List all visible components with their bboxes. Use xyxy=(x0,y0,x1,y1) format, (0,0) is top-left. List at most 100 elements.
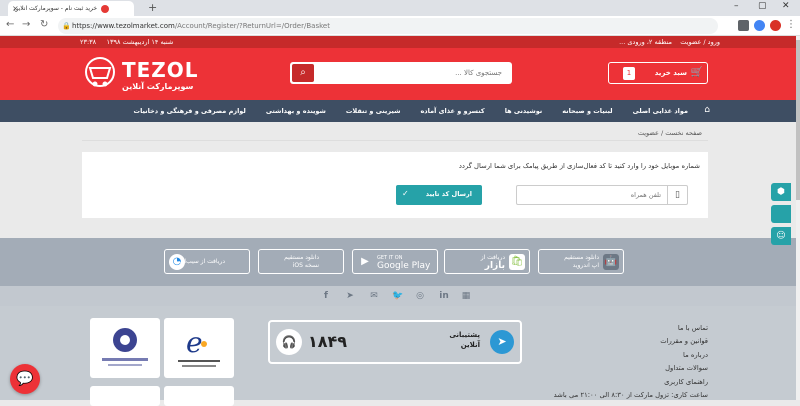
reload-icon[interactable]: ↻ xyxy=(40,19,48,30)
url-host: https://www.tezolmarket.com xyxy=(72,22,175,30)
google-play-text: GET IT ON Google Play xyxy=(377,254,430,271)
cart-logo-icon xyxy=(85,57,115,87)
nav-item[interactable]: مواد غذایی اصلی xyxy=(633,107,688,115)
side-support-button[interactable]: ☺ xyxy=(771,227,791,245)
linkedin-icon[interactable]: in xyxy=(438,290,450,302)
sibapp-button[interactable]: ◔ دریافت از سیب‌اپ xyxy=(164,249,250,274)
scrollbar-thumb[interactable] xyxy=(796,40,800,200)
union-seal-icon xyxy=(102,328,148,366)
footer-link[interactable]: تماس با ما xyxy=(554,322,708,335)
ios-line1: دانلود مستقیم xyxy=(284,254,319,261)
footer-link[interactable]: سوالات متداول xyxy=(554,362,708,375)
date-text: شنبه ۱۴ اردیبهشت ۱۳۹۸ xyxy=(106,38,174,46)
telegram-icon[interactable]: ➤ xyxy=(344,290,356,302)
google-play-icon: ▶ xyxy=(361,256,369,267)
mobile-icon: ▯ xyxy=(667,186,687,204)
side-apple-button[interactable] xyxy=(771,205,791,223)
login-link[interactable]: ورود / عضویت xyxy=(680,38,720,46)
search-input[interactable] xyxy=(316,62,508,84)
time-text: ۲۳:۳۸ xyxy=(80,38,97,46)
breadcrumb-home[interactable]: صفحه نخست xyxy=(665,129,702,137)
back-icon[interactable]: ← xyxy=(6,19,14,30)
ios-text: دانلود مستقیم نسخه iOS xyxy=(284,254,319,270)
footer-link[interactable]: درباره ما xyxy=(554,349,708,362)
home-icon[interactable]: ⌂ xyxy=(704,105,710,115)
tab-title: خرید ثبت نام - سوپرمارکت آنلاین xyxy=(14,5,98,12)
ios-line2: نسخه iOS xyxy=(292,262,319,269)
nav-item[interactable]: لبنیات و صبحانه xyxy=(562,107,612,115)
app-download-section: 🤖 دانلود مستقیم اپ اندروید 🛍 دریافت از باز… xyxy=(0,238,800,286)
forward-icon[interactable]: → xyxy=(22,19,30,30)
android-app-button[interactable]: 🤖 دانلود مستقیم اپ اندروید xyxy=(538,249,624,274)
register-message: شماره موبایل خود را وارد کنید تا کد فعال… xyxy=(458,162,700,170)
send-code-button[interactable]: ✓ ارسال کد تایید xyxy=(396,185,482,205)
site-logo[interactable]: TEZOL سوپرمارکت آنلاین xyxy=(82,54,202,96)
footer-links: تماس با ما قوانین و مقررات درباره ما سوا… xyxy=(554,322,708,402)
online-support-box[interactable]: 🎧 ۱۸۴۹ پشتیبانی آنلاین ➤ xyxy=(268,320,522,364)
android-icon: 🤖 xyxy=(603,254,619,270)
phone-field: ▯ xyxy=(516,185,688,205)
nav-item[interactable]: کنسرو و غذای آماده xyxy=(420,107,484,115)
extension-icon[interactable] xyxy=(754,20,765,31)
nav-item[interactable]: شیرینی و تنقلات xyxy=(346,107,401,115)
profile-icon[interactable] xyxy=(770,20,781,31)
bazaar-line2: بازار xyxy=(484,261,505,271)
top-strip: ورود / عضویت منطقه ۲، ورودی ... ۲۳:۳۸ شن… xyxy=(0,36,800,48)
close-tab-icon[interactable]: × xyxy=(12,4,19,13)
twitter-icon[interactable]: 🐦 xyxy=(392,290,404,302)
union-seal-image[interactable] xyxy=(90,318,160,378)
url-path: /Account/Register/?ReturnUrl=/Order/Bask… xyxy=(174,22,330,30)
support-label: پشتیبانی آنلاین xyxy=(449,330,480,350)
instagram-icon[interactable]: ◎ xyxy=(414,290,426,302)
chat-widget-button[interactable]: 💬 xyxy=(10,364,40,394)
social-bar: f ➤ ✉ 🐦 ◎ in ▦ xyxy=(0,286,800,306)
search-box: ⌕ xyxy=(290,62,512,84)
phone-input[interactable] xyxy=(517,186,667,204)
close-window-icon[interactable]: ✕ xyxy=(782,1,790,11)
register-panel: شماره موبایل خود را وارد کنید تا کد فعال… xyxy=(82,152,708,218)
google-play-button[interactable]: ▶ GET IT ON Google Play xyxy=(352,249,438,274)
search-button[interactable]: ⌕ xyxy=(292,64,314,82)
enamad-seal-image[interactable]: e xyxy=(164,318,234,378)
gplay-line2: Google Play xyxy=(377,261,431,271)
browser-tab-bar: خرید ثبت نام - سوپرمارکت آنلاین × + – ▢ … xyxy=(0,0,800,16)
breadcrumb: صفحه نخست / عضویت xyxy=(82,127,708,141)
facebook-icon[interactable]: f xyxy=(320,290,332,302)
site-footer: e 🎧 ۱۸۴۹ پشتیبانی آنلاین ➤ تماس با ما قوا… xyxy=(0,306,800,406)
nav-item[interactable]: لوازم مصرفی و فرهنگی و دخانیات xyxy=(134,107,246,115)
menu-icon[interactable]: ⋮ xyxy=(786,19,796,30)
android-icon: ⬢ xyxy=(777,187,785,197)
nav-item[interactable]: شوینده و بهداشتی xyxy=(266,107,326,115)
browser-tab[interactable]: خرید ثبت نام - سوپرمارکت آنلاین × xyxy=(8,1,134,16)
bazaar-icon: 🛍 xyxy=(509,254,525,270)
cart-button[interactable]: 🛒 سبد خرید 1 xyxy=(608,62,708,84)
email-icon[interactable]: ✉ xyxy=(368,290,380,302)
nav-item[interactable]: نوشیدنی ها xyxy=(505,107,543,115)
page-scrollbar[interactable] xyxy=(796,36,800,400)
bazaar-text: دریافت از بازار xyxy=(481,254,505,271)
favicon-icon xyxy=(101,4,110,13)
chat-icon: 💬 xyxy=(16,371,34,387)
footer-link[interactable]: قوانین و مقررات xyxy=(554,335,708,348)
bazaar-button[interactable]: 🛍 دریافت از بازار xyxy=(444,249,530,274)
brand-name: TEZOL xyxy=(122,58,199,82)
minimize-icon[interactable]: – xyxy=(734,1,739,11)
url-field[interactable]: 🔒 https://www.tezolmarket.com/Account/Re… xyxy=(58,18,718,34)
side-android-button[interactable]: ⬢ xyxy=(771,183,791,201)
breadcrumb-separator: / xyxy=(658,129,664,137)
maximize-icon[interactable]: ▢ xyxy=(758,1,767,11)
date-time: ۲۳:۳۸ شنبه ۱۴ اردیبهشت ۱۳۹۸ xyxy=(80,38,173,46)
ios-app-button[interactable]: دانلود مستقیم نسخه iOS xyxy=(258,249,344,274)
telegram-support-icon: ➤ xyxy=(490,330,514,354)
region-link[interactable]: منطقه ۲، ورودی ... xyxy=(619,38,672,46)
support-number: ۱۸۴۹ xyxy=(308,332,348,351)
category-nav: ⌂ مواد غذایی اصلی لبنیات و صبحانه نوشیدن… xyxy=(0,100,800,122)
android-line1: دانلود مستقیم xyxy=(564,254,599,261)
aparat-icon[interactable]: ▦ xyxy=(460,290,472,302)
android-line2: اپ اندروید xyxy=(572,262,599,269)
seal-placeholder-1 xyxy=(90,386,160,406)
new-tab-button[interactable]: + xyxy=(148,1,157,14)
footer-link[interactable]: راهنمای کاربری xyxy=(554,376,708,389)
translate-icon[interactable] xyxy=(738,20,749,31)
cart-icon: 🛒 xyxy=(690,67,703,78)
